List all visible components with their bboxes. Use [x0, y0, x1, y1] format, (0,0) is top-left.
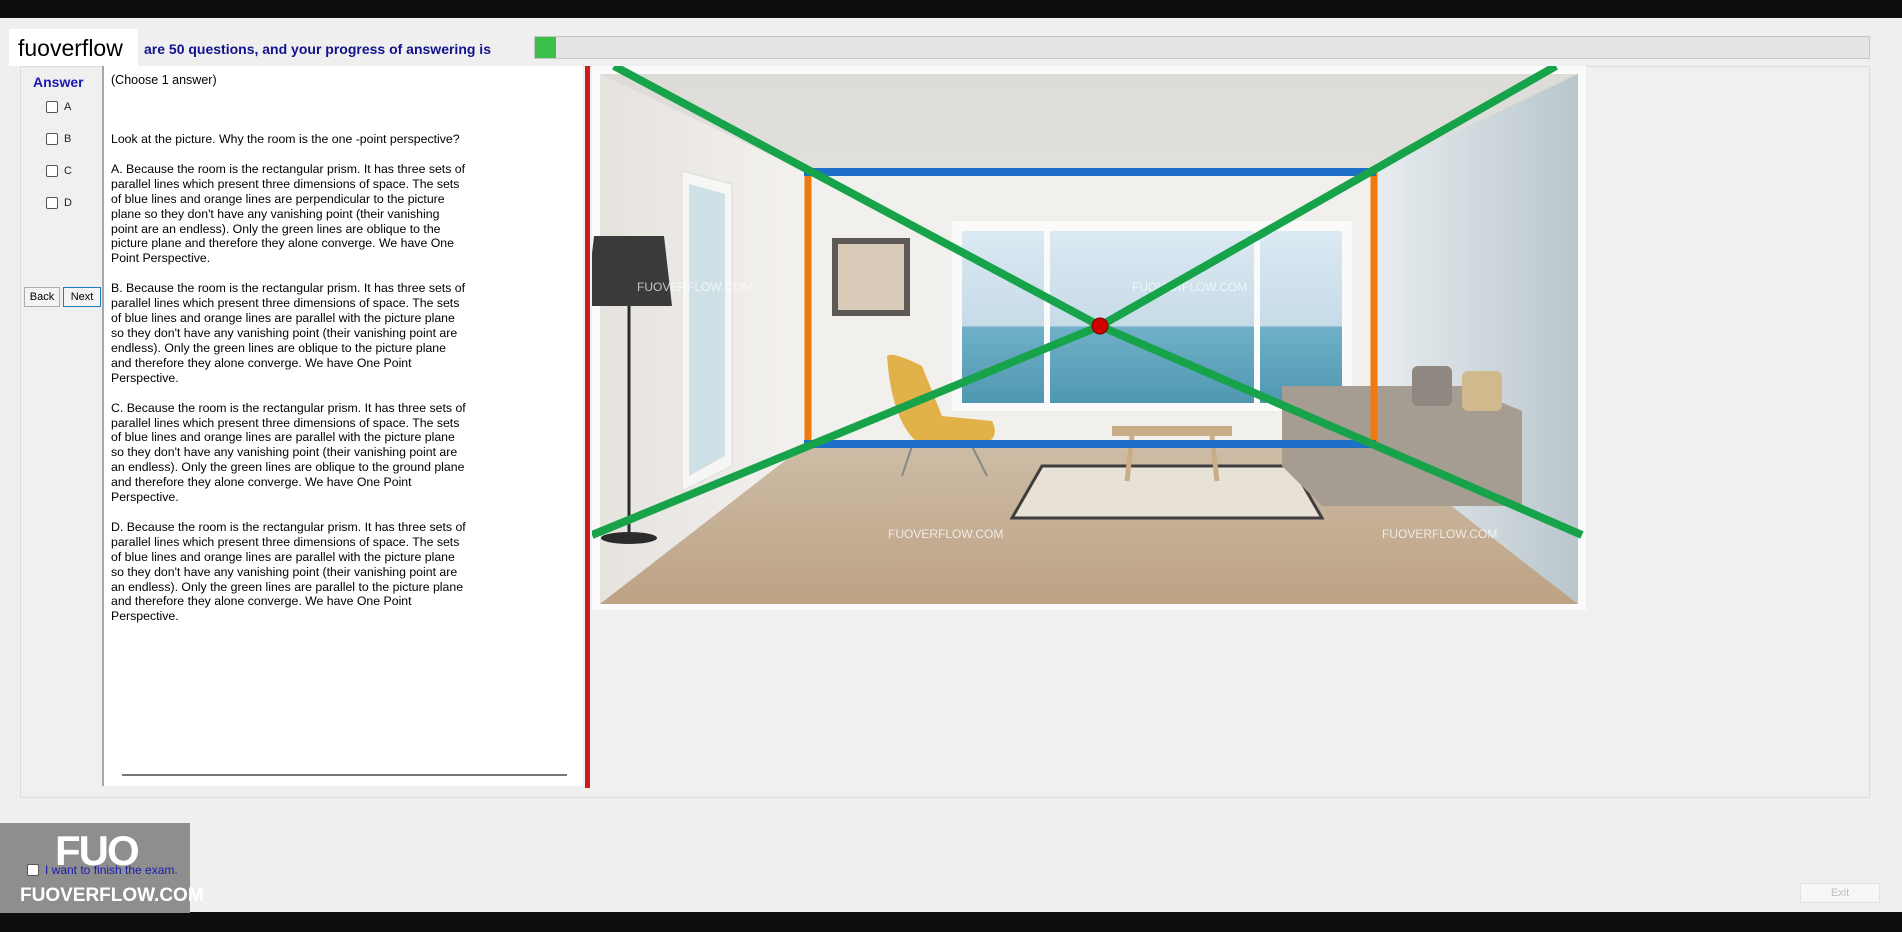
question-prompt: Look at the picture. Why the room is the… [111, 132, 460, 146]
perspective-room-image: FUOVERFLOW.COM FUOVERFLOW.COM FUOVERFLOW… [586, 62, 1584, 604]
checkbox-b[interactable] [46, 133, 58, 145]
progress-fill [535, 37, 557, 58]
question-panel: (Choose 1 answer) Look at the picture. W… [102, 66, 583, 786]
sofa-cushion [1462, 371, 1502, 411]
back-button[interactable]: Back [24, 287, 60, 307]
image-watermark: FUOVERFLOW.COM [1382, 527, 1497, 541]
sea-view [962, 231, 1342, 403]
choice-c-text: C. Because the room is the rectangular p… [111, 400, 466, 505]
horizontal-scrollbar[interactable] [122, 774, 567, 776]
answer-column: Answer A B C D [22, 68, 102, 298]
exit-button[interactable]: Exit [1800, 883, 1880, 903]
image-watermark: FUOVERFLOW.COM [1132, 280, 1247, 294]
progress-bar [534, 36, 1870, 59]
image-watermark: FUOVERFLOW.COM [888, 527, 1003, 541]
option-label: A [64, 101, 72, 113]
next-button[interactable]: Next [63, 287, 101, 307]
answer-option-b[interactable]: B [46, 133, 71, 145]
answer-option-d[interactable]: D [46, 197, 72, 209]
checkbox-a[interactable] [46, 101, 58, 113]
sofa-cushion [1412, 366, 1452, 406]
question-instruction: (Choose 1 answer) [111, 73, 217, 87]
finish-exam-label: I want to finish the exam. [45, 863, 178, 877]
image-watermark: FUOVERFLOW.COM [637, 280, 752, 294]
door-glass [689, 184, 725, 476]
rug [1009, 464, 1325, 520]
choice-a-text: A. Because the room is the rectangular p… [111, 161, 466, 266]
vanishing-point [1091, 317, 1109, 335]
watermark-site: FUOVERFLOW.COM [20, 885, 204, 906]
choice-d-text: D. Because the room is the rectangular p… [111, 519, 466, 624]
answer-option-c[interactable]: C [46, 165, 72, 177]
answer-option-a[interactable]: A [46, 101, 71, 113]
site-logo: fuoverflow [9, 29, 138, 66]
wall-picture [838, 244, 904, 310]
question-image-panel: FUOVERFLOW.COM FUOVERFLOW.COM FUOVERFLOW… [586, 62, 1586, 610]
choice-b-text: B. Because the room is the rectangular p… [111, 281, 466, 385]
checkbox-d[interactable] [46, 197, 58, 209]
coffee-table [1112, 426, 1232, 436]
answer-title: Answer [33, 74, 84, 90]
panel-splitter[interactable] [585, 66, 590, 788]
checkbox-c[interactable] [46, 165, 58, 177]
option-label: B [64, 133, 72, 145]
progress-label: are 50 questions, and your progress of a… [144, 41, 491, 57]
finish-exam-option[interactable]: I want to finish the exam. [27, 863, 178, 877]
option-label: C [64, 165, 72, 177]
option-label: D [64, 197, 72, 209]
floor-lamp-base [601, 532, 657, 544]
floor-lamp-shade [586, 236, 672, 306]
finish-exam-checkbox[interactable] [27, 864, 39, 876]
question-text: Look at the picture. Why the room is the… [111, 132, 466, 639]
